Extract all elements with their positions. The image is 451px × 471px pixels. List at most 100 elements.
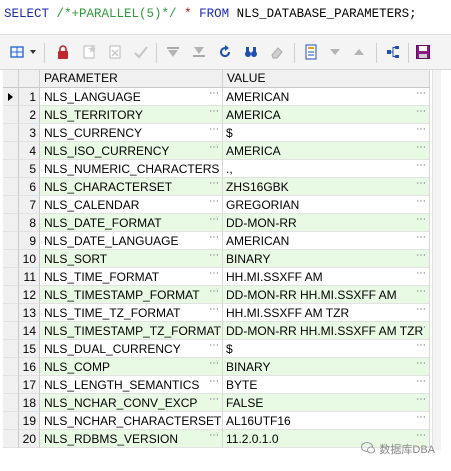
row-indicator-cell[interactable]	[3, 358, 19, 376]
cell-ellipsis-icon[interactable]: ⋯	[416, 340, 426, 352]
cell-parameter[interactable]: NLS_COMP ⋯	[40, 358, 223, 376]
cell-parameter[interactable]: NLS_NCHAR_CONV_EXCP ⋯	[40, 394, 223, 412]
cell-ellipsis-icon[interactable]: ⋯	[209, 340, 219, 352]
cell-ellipsis-icon[interactable]: ⋯	[209, 142, 219, 154]
row-indicator-cell[interactable]	[3, 178, 19, 196]
cell-value[interactable]: DD-MON-RR HH.MI.SSXFF AM TZR ⋯	[223, 322, 430, 340]
cell-value[interactable]: AMERICA ⋯	[223, 106, 430, 124]
row-indicator-cell[interactable]	[3, 250, 19, 268]
cell-ellipsis-icon[interactable]: ⋯	[416, 178, 426, 190]
cell-parameter[interactable]: NLS_CURRENCY ⋯	[40, 124, 223, 142]
cell-ellipsis-icon[interactable]: ⋯	[209, 88, 219, 100]
row-indicator-cell[interactable]	[3, 304, 19, 322]
cell-ellipsis-icon[interactable]: ⋯	[209, 250, 219, 262]
table-row[interactable]: 1 NLS_LANGUAGE ⋯ AMERICAN ⋯	[3, 88, 430, 106]
row-indicator-cell[interactable]	[3, 376, 19, 394]
table-row[interactable]: 4 NLS_ISO_CURRENCY ⋯ AMERICA ⋯	[3, 142, 430, 160]
cell-ellipsis-icon[interactable]: ⋯	[209, 178, 219, 190]
cell-ellipsis-icon[interactable]: ⋯	[416, 250, 426, 262]
cell-value[interactable]: DD-MON-RR ⋯	[223, 214, 430, 232]
cell-ellipsis-icon[interactable]: ⋯	[416, 358, 426, 370]
sql-editor-line[interactable]: SELECT /*+PARALLEL(5)*/ * FROM NLS_DATAB…	[0, 0, 451, 28]
cell-parameter[interactable]: NLS_DUAL_CURRENCY ⋯	[40, 340, 223, 358]
row-indicator-cell[interactable]	[3, 412, 19, 430]
cell-parameter[interactable]: NLS_LANGUAGE ⋯	[40, 88, 223, 106]
table-row[interactable]: 19 NLS_NCHAR_CHARACTERSET ⋯ AL16UTF16 ⋯	[3, 412, 430, 430]
first-record-icon[interactable]	[164, 43, 182, 61]
cell-parameter[interactable]: NLS_TIME_FORMAT ⋯	[40, 268, 223, 286]
table-row[interactable]: 6 NLS_CHARACTERSET ⋯ ZHS16GBK ⋯	[3, 178, 430, 196]
cell-value[interactable]: AL16UTF16 ⋯	[223, 412, 430, 430]
cell-ellipsis-icon[interactable]: ⋯	[209, 214, 219, 226]
cell-ellipsis-icon[interactable]: ⋯	[416, 124, 426, 136]
save-floppy-icon[interactable]	[414, 43, 432, 61]
column-header-value[interactable]: VALUE	[223, 70, 430, 87]
cell-parameter[interactable]: NLS_RDBMS_VERSION ⋯	[40, 430, 223, 448]
cell-ellipsis-icon[interactable]: ⋯	[416, 232, 426, 244]
cell-ellipsis-icon[interactable]: ⋯	[416, 394, 426, 406]
table-row[interactable]: 2 NLS_TERRITORY ⋯ AMERICA ⋯	[3, 106, 430, 124]
cell-parameter[interactable]: NLS_DATE_LANGUAGE ⋯	[40, 232, 223, 250]
cell-parameter[interactable]: NLS_ISO_CURRENCY ⋯	[40, 142, 223, 160]
cell-ellipsis-icon[interactable]: ⋯	[416, 106, 426, 118]
cell-parameter[interactable]: NLS_DATE_FORMAT ⋯	[40, 214, 223, 232]
table-row[interactable]: 8 NLS_DATE_FORMAT ⋯ DD-MON-RR ⋯	[3, 214, 430, 232]
cell-parameter[interactable]: NLS_SORT ⋯	[40, 250, 223, 268]
row-indicator-cell[interactable]	[3, 430, 19, 448]
cell-parameter[interactable]: NLS_TIME_TZ_FORMAT ⋯	[40, 304, 223, 322]
table-row[interactable]: 15 NLS_DUAL_CURRENCY ⋯ $ ⋯	[3, 340, 430, 358]
single-record-view-icon[interactable]	[302, 43, 320, 61]
table-row[interactable]: 7 NLS_CALENDAR ⋯ GREGORIAN ⋯	[3, 196, 430, 214]
cell-ellipsis-icon[interactable]: ⋯	[416, 88, 426, 100]
cell-value[interactable]: ZHS16GBK ⋯	[223, 178, 430, 196]
cell-parameter[interactable]: NLS_CALENDAR ⋯	[40, 196, 223, 214]
cell-ellipsis-icon[interactable]: ⋯	[416, 412, 426, 424]
table-row[interactable]: 11 NLS_TIME_FORMAT ⋯ HH.MI.SSXFF AM ⋯	[3, 268, 430, 286]
cell-ellipsis-icon[interactable]: ⋯	[209, 196, 219, 208]
table-row[interactable]: 5 NLS_NUMERIC_CHARACTERS ⋯., ⋯	[3, 160, 430, 178]
row-indicator-cell[interactable]	[3, 286, 19, 304]
cell-value[interactable]: BINARY ⋯	[223, 358, 430, 376]
cell-ellipsis-icon[interactable]: ⋯	[209, 232, 219, 244]
chevron-down-icon[interactable]	[28, 43, 38, 61]
cell-value[interactable]: FALSE ⋯	[223, 394, 430, 412]
cell-ellipsis-icon[interactable]: ⋯	[209, 412, 219, 424]
table-row[interactable]: 17 NLS_LENGTH_SEMANTICS ⋯ BYTE ⋯	[3, 376, 430, 394]
cell-ellipsis-icon[interactable]: ⋯	[209, 322, 219, 334]
table-row[interactable]: 12 NLS_TIMESTAMP_FORMAT ⋯ DD-MON-RR HH.MI.S…	[3, 286, 430, 304]
cell-value[interactable]: HH.MI.SSXFF AM ⋯	[223, 268, 430, 286]
row-indicator-cell[interactable]	[3, 106, 19, 124]
row-indicator-cell[interactable]	[3, 394, 19, 412]
row-indicator-cell[interactable]	[3, 196, 19, 214]
cell-value[interactable]: AMERICAN ⋯	[223, 232, 430, 250]
cell-value[interactable]: AMERICAN ⋯	[223, 88, 430, 106]
cell-ellipsis-icon[interactable]: ⋯	[416, 214, 426, 226]
column-header-parameter[interactable]: PARAMETER	[40, 70, 223, 87]
current-row-indicator[interactable]	[3, 88, 19, 106]
arrow-down-icon[interactable]	[326, 43, 344, 61]
find-binoculars-icon[interactable]	[242, 43, 260, 61]
vertical-scrollbar[interactable]	[432, 70, 441, 450]
row-indicator-cell[interactable]	[3, 142, 19, 160]
cell-value[interactable]: GREGORIAN ⋯	[223, 196, 430, 214]
row-indicator-cell[interactable]	[3, 160, 19, 178]
row-indicator-cell[interactable]	[3, 340, 19, 358]
cell-value[interactable]: DD-MON-RR HH.MI.SSXFF AM ⋯	[223, 286, 430, 304]
clear-eraser-icon[interactable]	[268, 43, 286, 61]
cell-value[interactable]: HH.MI.SSXFF AM TZR ⋯	[223, 304, 430, 322]
delete-record-icon[interactable]	[106, 43, 124, 61]
cell-value[interactable]: $ ⋯	[223, 124, 430, 142]
cell-value[interactable]: BYTE ⋯	[223, 376, 430, 394]
cell-parameter[interactable]: NLS_TIMESTAMP_FORMAT ⋯	[40, 286, 223, 304]
row-indicator-cell[interactable]	[3, 124, 19, 142]
cell-ellipsis-icon[interactable]: ⋯	[416, 160, 426, 172]
cell-ellipsis-icon[interactable]: ⋯	[209, 286, 219, 298]
tree-structure-icon[interactable]	[384, 43, 402, 61]
grid-layout-icon[interactable]	[8, 43, 26, 61]
cell-parameter[interactable]: NLS_TIMESTAMP_TZ_FORMAT ⋯	[40, 322, 223, 340]
table-row[interactable]: 14 NLS_TIMESTAMP_TZ_FORMAT ⋯ DD-MON-RR HH.M…	[3, 322, 430, 340]
arrow-up-icon[interactable]	[350, 43, 368, 61]
cell-ellipsis-icon[interactable]: ⋯	[209, 304, 219, 316]
row-indicator-cell[interactable]	[3, 232, 19, 250]
cell-value[interactable]: BINARY ⋯	[223, 250, 430, 268]
